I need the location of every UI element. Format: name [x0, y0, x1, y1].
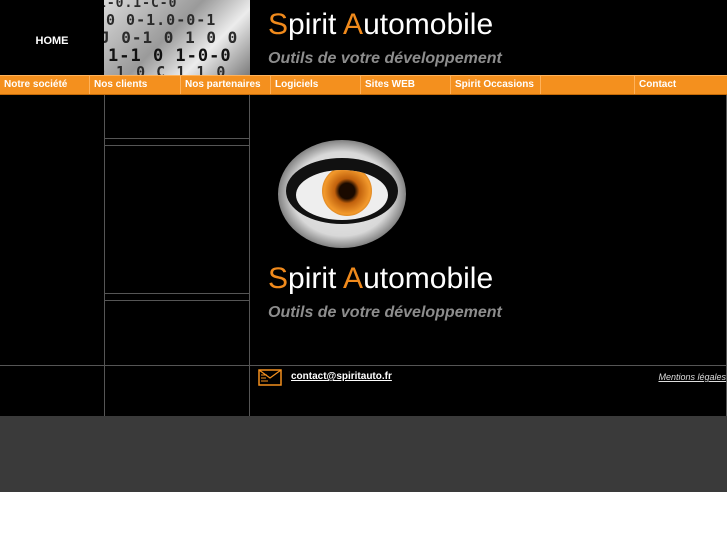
column-divider	[104, 95, 105, 416]
header-brand-title: Spirit Automobile	[268, 8, 493, 42]
banner-row: J 0-1 0 1 0 0	[104, 28, 239, 47]
banner-row: 1-0.1-C-0	[104, 0, 178, 11]
page-body: HOME 1-0.1-C-0 0 0-1.0-0-1 J 0-1 0 1 0 0…	[0, 0, 727, 416]
nav-item-nos-partenaires[interactable]: Nos partenaires	[181, 76, 271, 94]
brand-initial-s: S	[268, 8, 289, 41]
brand-initial-a: A	[343, 8, 364, 41]
main-navigation: Notre société Nos clients Nos partenaire…	[0, 75, 727, 95]
row-divider	[104, 300, 249, 301]
nav-item-spirit-occasions[interactable]: Spirit Occasions	[451, 76, 541, 94]
nav-item-contact[interactable]: Contact	[635, 76, 727, 94]
banner-row: 0 0-1.0-0-1	[106, 11, 217, 29]
main-brand-title: Spirit Automobile	[268, 262, 493, 296]
binary-banner-image: 1-0.1-C-0 0 0-1.0-0-1 J 0-1 0 1 0 0 1-1 …	[104, 0, 250, 75]
footer-band	[0, 416, 727, 492]
eye-iris	[322, 170, 372, 216]
row-divider	[104, 145, 249, 146]
brand-text: utomobile	[363, 262, 494, 295]
banner-row: 0 1 0 C 1 1 0	[104, 63, 227, 75]
legal-notice-link[interactable]: Mentions légales	[658, 372, 726, 382]
brand-text: pirit	[288, 262, 344, 295]
column-divider	[249, 95, 250, 416]
nav-item-empty[interactable]	[541, 76, 635, 94]
eye-image	[278, 140, 406, 248]
brand-text: pirit	[288, 8, 344, 41]
row-divider	[104, 138, 249, 139]
nav-item-logiciels[interactable]: Logiciels	[271, 76, 361, 94]
envelope-icon[interactable]	[258, 369, 282, 386]
brand-text: utomobile	[363, 8, 494, 41]
header-tagline: Outils de votre développement	[268, 50, 502, 67]
row-divider	[104, 293, 249, 294]
contact-email-link[interactable]: contact@spiritauto.fr	[291, 371, 392, 382]
nav-item-notre-societe[interactable]: Notre société	[0, 76, 90, 94]
brand-initial-s: S	[268, 262, 289, 295]
home-link[interactable]: HOME	[0, 0, 104, 75]
main-tagline: Outils de votre développement	[268, 304, 502, 321]
footer-divider	[0, 365, 727, 366]
nav-item-sites-web[interactable]: Sites WEB	[361, 76, 451, 94]
nav-item-nos-clients[interactable]: Nos clients	[90, 76, 181, 94]
brand-initial-a: A	[343, 262, 364, 295]
eye-sclera	[296, 170, 388, 220]
